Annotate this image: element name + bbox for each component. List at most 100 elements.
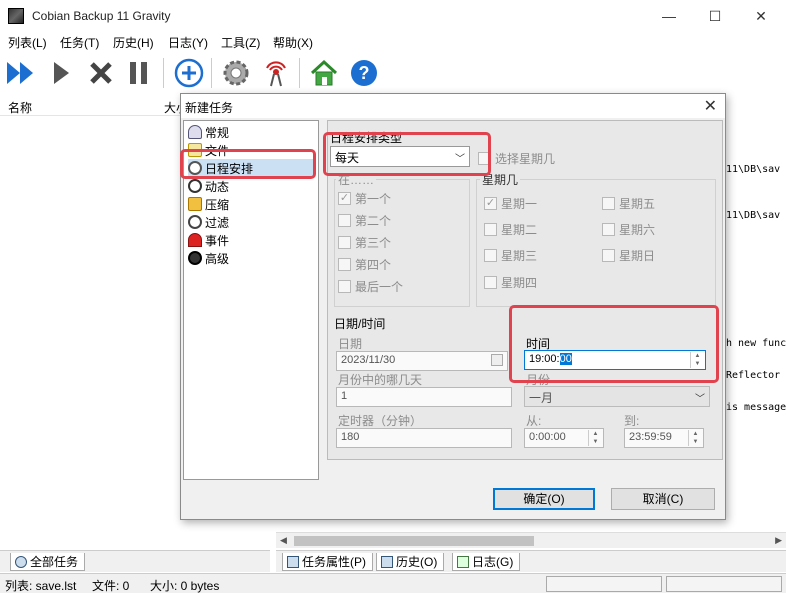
tab-history[interactable]: 历史(O) — [376, 553, 445, 571]
run-all-icon[interactable] — [4, 56, 38, 90]
checkbox-box — [484, 223, 497, 236]
log-pane: 11\DB\sav 11\DB\sav h new func Reflector… — [726, 94, 786, 534]
to-time-input[interactable]: 23:59:59 ▲ ▼ — [624, 428, 704, 448]
dialog-close-button[interactable]: ✕ — [704, 96, 717, 116]
from-spinner[interactable]: ▲ ▼ — [588, 430, 602, 446]
tree-item-label: 文件 — [205, 143, 230, 158]
close-button[interactable]: ✕ — [738, 0, 784, 32]
tab-task-properties[interactable]: 任务属性(P) — [282, 553, 373, 571]
date-picker[interactable]: 2023/11/30 — [336, 351, 508, 371]
files-icon — [188, 143, 202, 157]
log-line: 11\DB\sav — [726, 164, 781, 175]
to-label: 到: — [624, 414, 640, 428]
stop-icon[interactable] — [84, 56, 118, 90]
month-select[interactable]: 一月 ﹀ — [524, 386, 710, 407]
checkbox-box — [602, 223, 615, 236]
checkbox-third[interactable]: 第三个 — [338, 234, 391, 251]
checkbox-label: 星期四 — [501, 276, 538, 290]
checkbox-label: 星期五 — [619, 197, 656, 211]
tab-log[interactable]: 日志(G) — [452, 553, 521, 571]
service-icon[interactable] — [259, 56, 293, 90]
tab-all-tasks[interactable]: 全部任务 — [10, 553, 86, 571]
checkbox-last[interactable]: 最后一个 — [338, 278, 403, 295]
scroll-left-icon[interactable]: ◀ — [280, 535, 287, 546]
maximize-button[interactable]: ☐ — [692, 0, 738, 32]
checkbox-label: 星期六 — [619, 223, 656, 237]
tree-item-events[interactable]: 事件 — [188, 231, 229, 249]
menu-history[interactable]: 历史(H) — [113, 34, 154, 51]
menu-log[interactable]: 日志(Y) — [168, 34, 208, 51]
chevron-down-icon: ﹀ — [455, 154, 465, 165]
chevron-down-icon: ﹀ — [695, 394, 705, 405]
scroll-right-icon[interactable]: ▶ — [775, 535, 782, 546]
calendar-icon[interactable] — [491, 354, 503, 366]
timer-value: 180 — [341, 431, 360, 443]
tree-item-advanced[interactable]: 高级 — [188, 249, 229, 267]
user-icon — [188, 125, 202, 139]
status-size: 大小: 0 bytes — [150, 579, 220, 593]
time-spinner[interactable]: ▲ ▼ — [690, 352, 704, 368]
time-input[interactable]: 19:00:00 ▲ ▼ — [524, 350, 706, 370]
choose-weekday-label: 选择星期几 — [495, 152, 556, 166]
tree-item-compression[interactable]: 压缩 — [188, 195, 229, 213]
checkbox-label: 星期一 — [501, 197, 538, 211]
help-icon[interactable]: ? — [347, 56, 381, 90]
checkbox-label: 第二个 — [355, 214, 392, 228]
settings-icon[interactable] — [219, 56, 253, 90]
timer-input[interactable]: 180 — [336, 428, 512, 448]
month-value: 一月 — [529, 391, 554, 405]
schedule-type-select[interactable]: 每天 ﹀ — [330, 146, 470, 167]
menu-tools[interactable]: 工具(Z) — [221, 34, 260, 51]
on-group-label: 在…… — [336, 171, 377, 188]
checkbox-sunday[interactable]: 星期日 — [602, 247, 655, 264]
title-bar: Cobian Backup 11 Gravity — ☐ ✕ — [0, 0, 786, 32]
checkbox-box — [338, 214, 351, 227]
left-tab-strip: 全部任务 — [0, 550, 270, 572]
choose-weekday-checkbox[interactable]: 选择星期几 — [478, 150, 555, 167]
run-icon[interactable] — [44, 56, 78, 90]
status-progress-2 — [666, 576, 782, 592]
from-value: 0:00:00 — [529, 431, 566, 443]
checkbox-label: 第四个 — [355, 258, 392, 272]
to-spinner[interactable]: ▲ ▼ — [688, 430, 702, 446]
checkbox-box — [602, 197, 615, 210]
checkbox-second[interactable]: 第二个 — [338, 212, 391, 229]
checkbox-saturday[interactable]: 星期六 — [602, 221, 655, 238]
schedule-type-value: 每天 — [335, 151, 360, 165]
tree-item-schedule[interactable]: 日程安排 — [188, 159, 314, 177]
tree-item-dynamic[interactable]: 动态 — [188, 177, 229, 195]
ok-button[interactable]: 确定(O) — [493, 488, 595, 510]
checkbox-thursday[interactable]: 星期四 — [484, 274, 537, 291]
checkbox-tuesday[interactable]: 星期二 — [484, 221, 537, 238]
column-name[interactable]: 名称 — [8, 99, 32, 116]
day-of-month-input[interactable]: 1 — [336, 387, 512, 407]
scrollbar-thumb[interactable] — [294, 536, 534, 546]
checkbox-first[interactable]: ✓ 第一个 — [338, 190, 391, 207]
checkbox-friday[interactable]: 星期五 — [602, 195, 655, 212]
tree-item-filter[interactable]: 过滤 — [188, 213, 229, 231]
add-task-icon[interactable] — [172, 56, 206, 90]
menu-list[interactable]: 列表(L) — [8, 34, 47, 51]
schedule-panel: 日程安排类型 每天 ﹀ 选择星期几 在…… ✓ 第一个 第二个 第三个 第四个 — [327, 120, 723, 460]
checkbox-box — [338, 280, 351, 293]
home-icon[interactable] — [307, 56, 341, 90]
tree-item-files[interactable]: 文件 — [188, 141, 229, 159]
new-task-dialog: 新建任务 ✕ 常规 文件 日程安排 动态 压缩 过滤 事件 高级 日程安排类型 … — [180, 93, 726, 520]
checkbox-box — [602, 249, 615, 262]
svg-text:?: ? — [359, 63, 370, 83]
tree-item-label: 压缩 — [205, 197, 230, 212]
minimize-button[interactable]: — — [646, 0, 692, 32]
log-line: is message — [726, 402, 786, 413]
tree-item-general[interactable]: 常规 — [188, 123, 229, 141]
checkbox-wednesday[interactable]: 星期三 — [484, 247, 537, 264]
pause-icon[interactable] — [122, 56, 156, 90]
toolbar-separator — [163, 58, 164, 88]
cancel-button[interactable]: 取消(C) — [611, 488, 715, 510]
menu-bar: 列表(L) 任务(T) 历史(H) 日志(Y) 工具(Z) 帮助(X) — [0, 32, 786, 52]
menu-task[interactable]: 任务(T) — [60, 34, 99, 51]
from-time-input[interactable]: 0:00:00 ▲ ▼ — [524, 428, 604, 448]
horizontal-scrollbar[interactable]: ◀ ▶ — [276, 532, 786, 548]
menu-help[interactable]: 帮助(X) — [273, 34, 313, 51]
checkbox-fourth[interactable]: 第四个 — [338, 256, 391, 273]
checkbox-monday[interactable]: ✓ 星期一 — [484, 195, 537, 212]
